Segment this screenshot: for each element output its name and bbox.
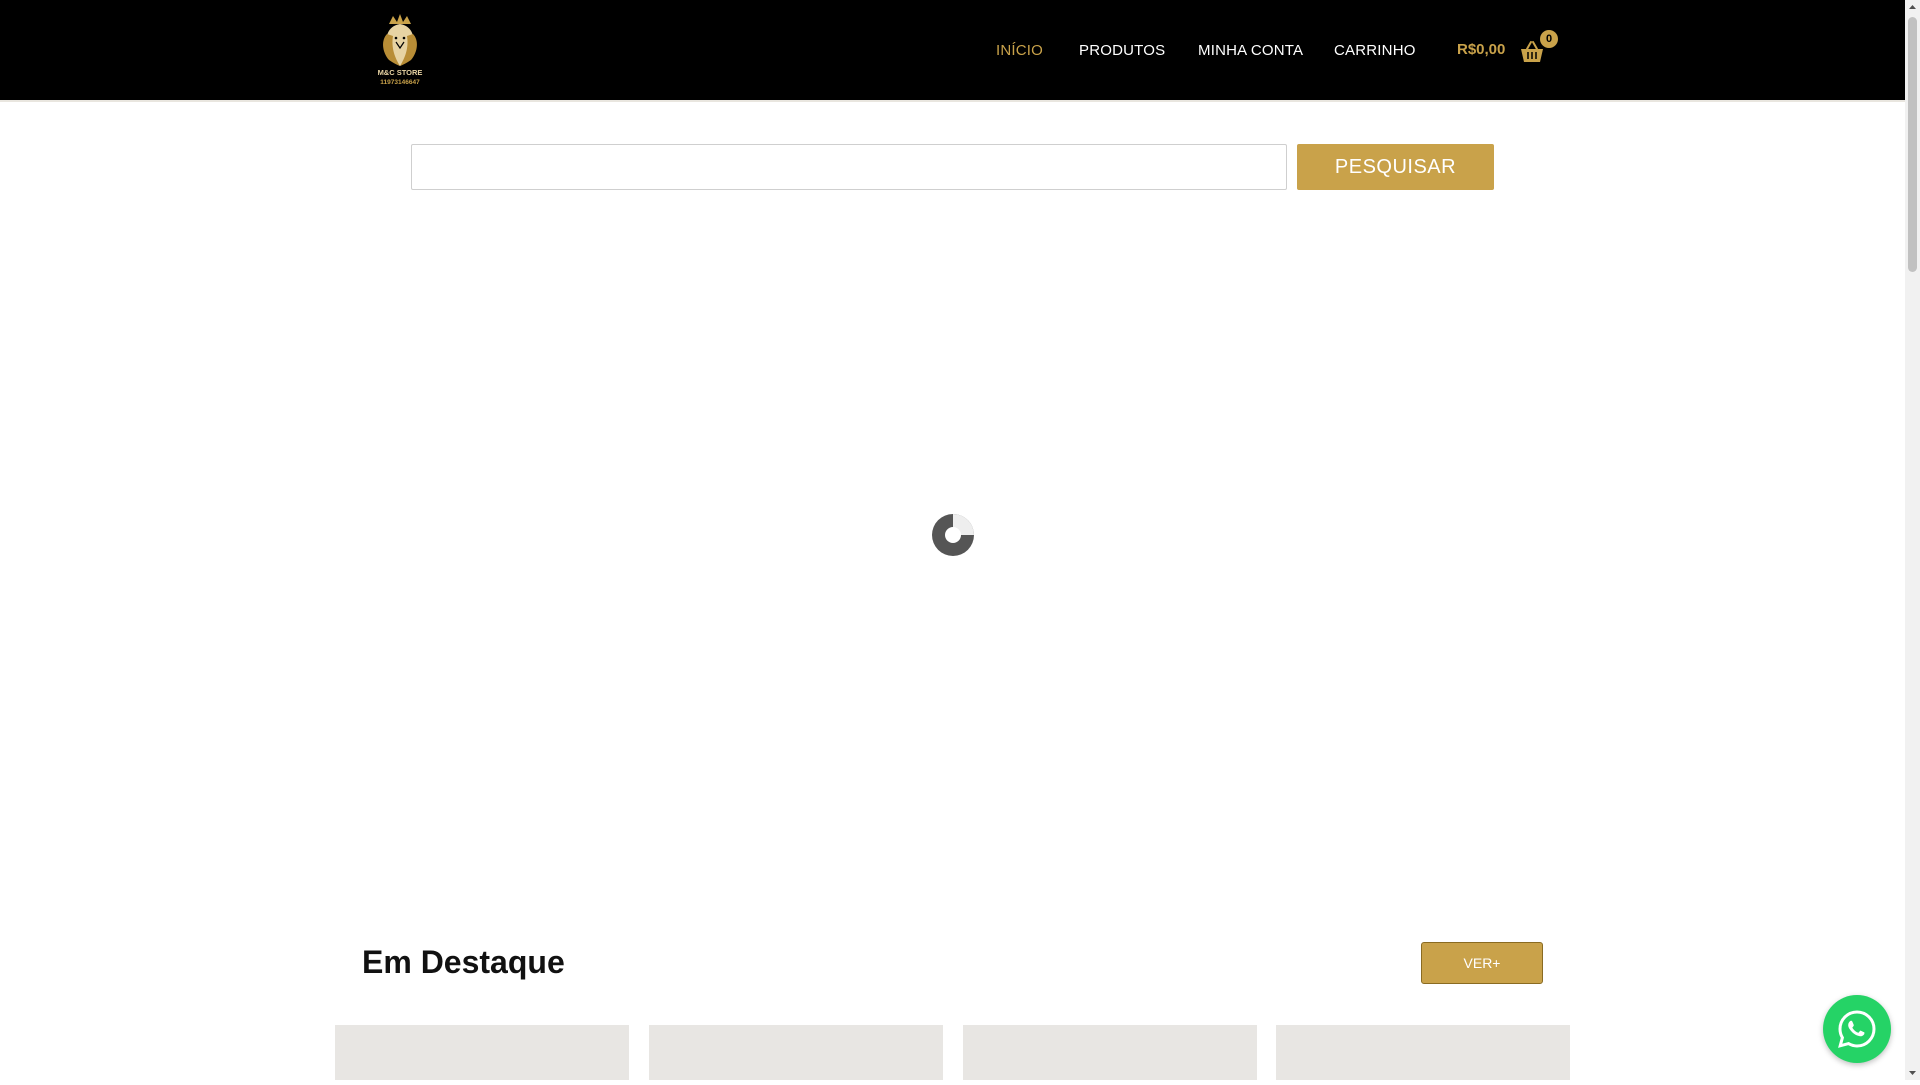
nav-item-inicio[interactable]: INÍCIO [996, 42, 1043, 59]
scrollbar-thumb[interactable] [1908, 17, 1917, 272]
page: M&C STORE 11973146647 INÍCIO PRODUTOS MI… [0, 0, 1905, 1080]
scroll-down-arrow-icon[interactable] [1905, 1065, 1920, 1080]
vertical-scrollbar[interactable] [1905, 0, 1920, 1080]
loading-spinner-icon [932, 514, 974, 556]
product-card[interactable] [335, 1025, 629, 1080]
featured-section-title: Em Destaque [362, 944, 565, 980]
store-logo[interactable]: M&C STORE 11973146647 [365, 14, 435, 86]
product-card[interactable] [1276, 1025, 1570, 1080]
whatsapp-icon [1838, 1010, 1876, 1048]
see-more-button[interactable]: VER+ [1421, 942, 1543, 984]
svg-text:M&C STORE: M&C STORE [378, 68, 423, 77]
nav-item-produtos[interactable]: PRODUTOS [1079, 42, 1165, 59]
nav-item-minha-conta[interactable]: MINHA CONTA [1198, 42, 1303, 59]
search-button[interactable]: PESQUISAR [1297, 144, 1494, 190]
cart-total[interactable]: R$0,00 [1457, 41, 1505, 58]
product-card[interactable] [963, 1025, 1257, 1080]
site-header: M&C STORE 11973146647 INÍCIO PRODUTOS MI… [0, 0, 1905, 102]
product-card[interactable] [649, 1025, 943, 1080]
search-input[interactable] [411, 144, 1287, 190]
nav-item-carrinho[interactable]: CARRINHO [1334, 42, 1416, 59]
lion-crown-logo-icon: M&C STORE 11973146647 [378, 14, 423, 86]
svg-text:11973146647: 11973146647 [380, 79, 420, 86]
whatsapp-button[interactable] [1823, 995, 1891, 1063]
cart-count-badge: 0 [1540, 30, 1558, 48]
scroll-up-arrow-icon[interactable] [1905, 0, 1920, 15]
